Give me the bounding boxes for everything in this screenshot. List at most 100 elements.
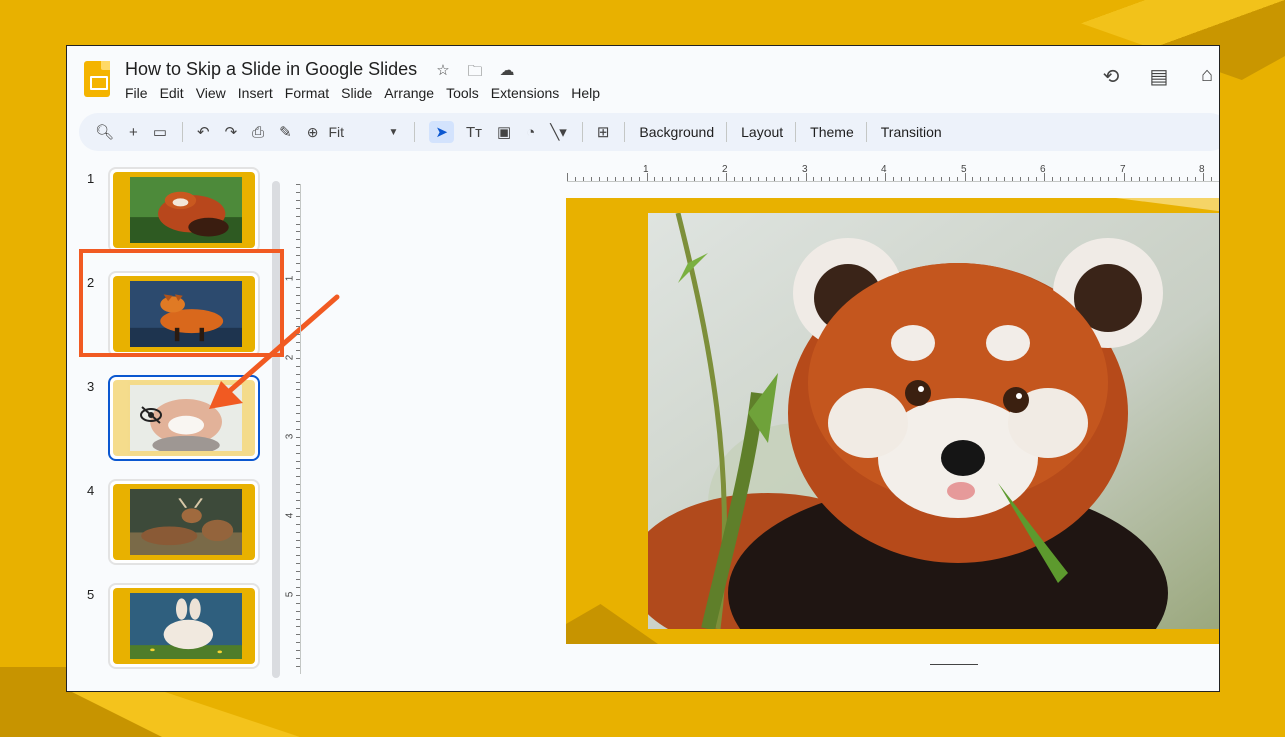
- layout-button[interactable]: Layout: [741, 124, 783, 140]
- star-icon[interactable]: ☆: [433, 61, 453, 86]
- ruler-tick: [1091, 177, 1093, 181]
- horizontal-ruler: 1 2 3 4 5 6 7 8: [567, 164, 1219, 182]
- print-icon[interactable]: ⎙: [252, 124, 264, 141]
- ruler-tick: [296, 247, 300, 249]
- comments-icon[interactable]: ▤: [1147, 64, 1171, 89]
- thumbnail-frame[interactable]: [108, 479, 260, 565]
- toolbar: 🔍︎ + ▭ ↶ ↷ ⎙ ✎ ⊕ Fit ▼ ➤ Tт ▣ ◔ ╲▾ ⊞ Bac…: [79, 113, 1219, 151]
- theme-button[interactable]: Theme: [810, 124, 854, 140]
- ruler-tick: [296, 476, 300, 478]
- toolbar-divider: [182, 122, 183, 142]
- ruler-tick: [1171, 177, 1173, 181]
- slide-thumbnail-4[interactable]: 4: [67, 476, 277, 568]
- ruler-tick: [702, 177, 704, 181]
- menu-arrange[interactable]: Arrange: [384, 85, 434, 101]
- toolbar-divider: [726, 122, 728, 142]
- ruler-tick: [296, 342, 300, 343]
- ruler-tick: [853, 177, 855, 181]
- menu-help[interactable]: Help: [571, 85, 600, 101]
- menu-file[interactable]: File: [125, 85, 148, 101]
- menu-insert[interactable]: Insert: [238, 85, 273, 101]
- redo-icon[interactable]: ↷: [225, 123, 238, 141]
- ruler-tick: [980, 177, 982, 181]
- new-slide-icon[interactable]: +: [129, 124, 138, 141]
- ruler-tick: [861, 177, 863, 181]
- ruler-tick: [670, 177, 672, 181]
- ruler-tick: [296, 334, 300, 336]
- ruler-tick: [296, 539, 300, 541]
- ruler-tick: [296, 547, 300, 549]
- comment-add-icon[interactable]: ⊞: [597, 123, 610, 141]
- thumbnail-frame[interactable]: [108, 167, 260, 253]
- ruler-tick: [924, 177, 926, 181]
- ruler-tick: [296, 270, 300, 272]
- transition-button[interactable]: Transition: [881, 124, 942, 140]
- slide-canvas[interactable]: [566, 198, 1220, 644]
- ruler-tick: [996, 177, 998, 181]
- toolbar-divider: [865, 122, 867, 142]
- line-icon[interactable]: ╲▾: [550, 123, 567, 141]
- undo-icon[interactable]: ↶: [197, 123, 210, 141]
- ruler-tick: [1036, 177, 1038, 181]
- ruler-tick: [614, 177, 616, 181]
- cloud-status-icon[interactable]: ☁: [497, 61, 517, 86]
- ruler-tick: [296, 500, 300, 501]
- ruler-tick: [1210, 177, 1212, 181]
- ruler-tick: [1115, 177, 1117, 181]
- ruler-tick: [296, 215, 300, 217]
- menu-tools[interactable]: Tools: [446, 85, 479, 101]
- more-icon[interactable]: ⌂: [1195, 64, 1219, 89]
- select-tool-icon[interactable]: ➤: [429, 121, 454, 143]
- ruler-tick: [1155, 177, 1157, 181]
- insert-image-icon[interactable]: ▣: [497, 123, 511, 141]
- ruler-tick: [296, 357, 300, 359]
- ruler-tick: [296, 492, 300, 494]
- shape-icon[interactable]: ◔: [526, 124, 535, 141]
- menu-bar: File Edit View Insert Format Slide Arran…: [125, 85, 600, 101]
- paint-format-icon[interactable]: ✎: [279, 123, 292, 141]
- menu-slide[interactable]: Slide: [341, 85, 372, 101]
- ruler-tick: [1059, 177, 1061, 181]
- slides-logo-icon[interactable]: [84, 61, 110, 97]
- ruler-tick: [1020, 177, 1022, 181]
- ruler-tick: [765, 177, 767, 181]
- toolbar-divider: [414, 122, 416, 142]
- ruler-tick: [638, 177, 640, 181]
- slide-thumbnail-1[interactable]: 1: [67, 164, 277, 256]
- menu-format[interactable]: Format: [285, 85, 329, 101]
- zoom-control[interactable]: ⊕ Fit ▼: [307, 124, 399, 141]
- slides-window: How to Skip a Slide in Google Slides ☆ 🗀…: [66, 45, 1220, 692]
- ruler-tick: [1051, 177, 1053, 181]
- speaker-notes-handle[interactable]: [930, 664, 978, 665]
- red-panda-slide-image[interactable]: [648, 213, 1220, 629]
- slide-thumbnail-5[interactable]: 5: [67, 580, 277, 672]
- ruler-tick: [630, 177, 632, 181]
- thumbnail-frame[interactable]: [108, 583, 260, 669]
- layout-picker-icon[interactable]: ▭: [153, 123, 167, 141]
- ruler-tick: [296, 278, 300, 280]
- background-button[interactable]: Background: [639, 124, 714, 140]
- ruler-tick: [296, 207, 300, 209]
- document-title[interactable]: How to Skip a Slide in Google Slides: [125, 59, 417, 80]
- ruler-tick: [296, 618, 300, 620]
- move-to-folder-icon[interactable]: 🗀: [465, 61, 485, 86]
- ruler-tick: [622, 177, 624, 181]
- ruler-tick: [805, 173, 807, 181]
- ruler-tick: [606, 177, 608, 181]
- ruler-tick: [797, 177, 799, 181]
- ruler-tick: [296, 223, 300, 225]
- ruler-tick: [296, 294, 300, 296]
- version-history-icon[interactable]: ⟲: [1099, 64, 1123, 89]
- menu-edit[interactable]: Edit: [160, 85, 184, 101]
- menu-view[interactable]: View: [196, 85, 226, 101]
- ruler-tick: [1179, 177, 1181, 181]
- text-box-icon[interactable]: Tт: [466, 124, 482, 141]
- deer-thumbnail-image: [130, 488, 243, 556]
- ruler-tick: [296, 571, 300, 573]
- ruler-tick: [1163, 177, 1165, 181]
- ruler-label: 3: [284, 433, 296, 440]
- menu-extensions[interactable]: Extensions: [491, 85, 559, 101]
- search-icon[interactable]: 🔍︎: [95, 123, 114, 141]
- ruler-tick: [948, 177, 950, 181]
- ruler-tick: [296, 444, 300, 446]
